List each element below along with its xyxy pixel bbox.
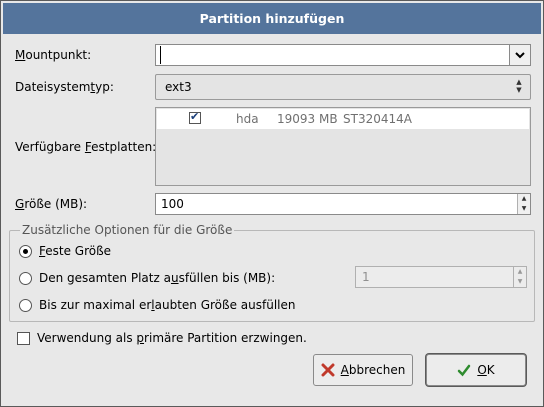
cancel-button-label: Abbrechen — [340, 363, 406, 377]
force-primary-label[interactable]: Verwendung als primäre Partition erzwing… — [37, 328, 307, 348]
mountpoint-label: Mountpunkt: — [15, 48, 92, 62]
fill-upto-value: 1 — [362, 270, 370, 284]
drive-checkbox[interactable] — [189, 110, 201, 124]
drives-list[interactable]: hda 19093 MB ST320414A — [155, 107, 531, 186]
fill-upto-spinbutton[interactable]: 1 ▲ ▼ — [355, 266, 527, 288]
fill-upto-label[interactable]: Den gesamten Platz ausfüllen bis (MB): — [39, 268, 275, 288]
ok-button[interactable]: OK — [426, 354, 526, 386]
fstype-value: ext3 — [165, 80, 192, 94]
size-value: 100 — [161, 197, 184, 211]
mountpoint-input[interactable] — [160, 46, 161, 64]
fstype-label: Dateisystemtyp: — [15, 80, 114, 94]
updown-arrows-icon: ▲ ▼ — [516, 78, 522, 94]
drive-device: hda — [236, 112, 259, 126]
drive-size: 19093 MB — [277, 112, 338, 126]
chevron-down-icon — [515, 51, 525, 58]
list-item[interactable]: hda 19093 MB ST320414A — [157, 109, 529, 129]
ok-button-label: OK — [477, 363, 495, 377]
fstype-select[interactable]: ext3 ▲ ▼ — [155, 74, 531, 100]
fixed-size-radio[interactable] — [19, 245, 32, 258]
fixed-size-label[interactable]: Feste Größe — [39, 241, 111, 261]
fill-max-radio[interactable] — [19, 299, 32, 312]
dialog-title: Partition hinzufügen — [3, 3, 541, 34]
size-spinbutton[interactable]: 100 ▲ ▼ — [155, 193, 531, 215]
spin-arrows-icon[interactable]: ▲ ▼ — [513, 267, 526, 287]
drives-label: Verfügbare Festplatten: — [15, 140, 157, 154]
fill-upto-radio[interactable] — [19, 272, 32, 285]
size-label: Größe (MB): — [15, 197, 88, 211]
mountpoint-dropdown-button[interactable] — [509, 45, 530, 65]
cancel-x-icon — [321, 363, 335, 377]
drive-model: ST320414A — [343, 112, 412, 126]
cancel-button[interactable]: Abbrechen — [313, 354, 413, 386]
fill-max-label[interactable]: Bis zur maximal erlaubten Größe ausfülle… — [39, 295, 295, 315]
mountpoint-combo[interactable] — [155, 44, 531, 66]
ok-check-icon — [458, 364, 471, 377]
size-options-title: Zusätzliche Optionen für die Größe — [20, 223, 235, 237]
force-primary-checkbox[interactable] — [17, 332, 30, 345]
add-partition-dialog: Partition hinzufügen Mountpunkt: Dateisy… — [0, 0, 544, 407]
spin-arrows-icon[interactable]: ▲ ▼ — [517, 194, 530, 214]
